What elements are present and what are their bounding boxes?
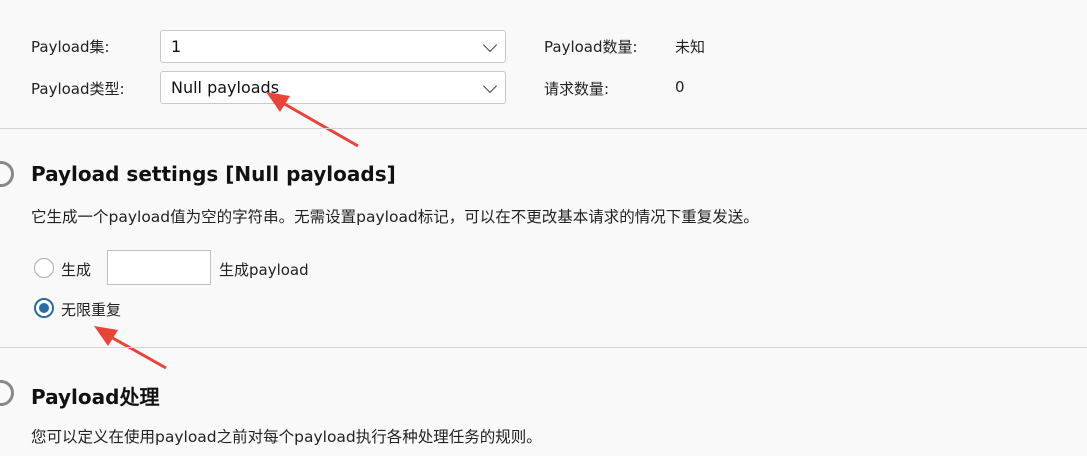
processing-description: 您可以定义在使用payload之前对每个payload执行各种处理任务的规则。 [31, 428, 542, 446]
settings-description: 它生成一个payload值为空的字符串。无需设置payload标记，可以在不更改… [31, 208, 759, 226]
request-count-value: 0 [675, 78, 685, 96]
payload-count-value: 未知 [675, 38, 706, 56]
request-count-label: 请求数量: [544, 80, 610, 98]
annotation-arrow [266, 92, 359, 148]
payload-set-select[interactable]: 1 [160, 30, 506, 63]
payload-set-label: Payload集: [31, 38, 110, 56]
payload-type-label: Payload类型: [31, 80, 125, 98]
processing-title: Payload处理 [31, 385, 160, 409]
payload-set-value: 1 [171, 37, 182, 56]
generate-label: 生成 [61, 261, 92, 279]
section-divider [0, 128, 1087, 129]
chevron-down-icon [482, 78, 498, 94]
generate-radio[interactable] [34, 258, 54, 278]
infinite-repeat-label: 无限重复 [61, 301, 122, 319]
chevron-down-icon [482, 37, 498, 53]
generate-count-input[interactable] [107, 250, 211, 285]
help-icon[interactable] [0, 380, 14, 406]
infinite-repeat-radio[interactable] [34, 298, 54, 318]
generate-suffix: 生成payload [219, 261, 309, 279]
help-icon[interactable] [0, 161, 14, 187]
section-divider [0, 347, 1087, 348]
settings-title: Payload settings [Null payloads] [31, 162, 396, 186]
payload-count-label: Payload数量: [544, 38, 638, 56]
